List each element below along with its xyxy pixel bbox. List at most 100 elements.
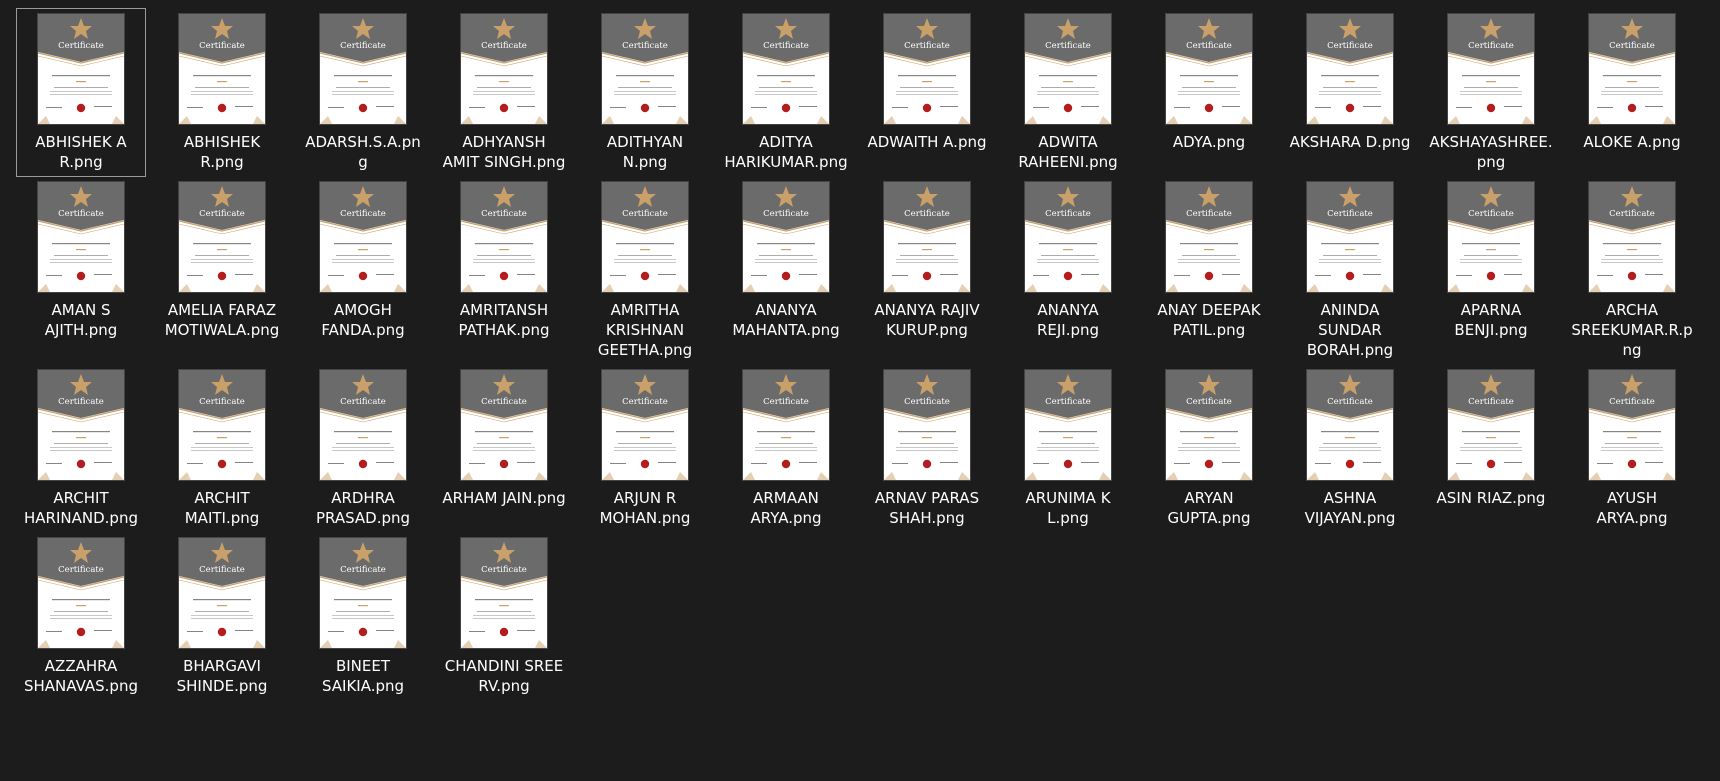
file-item[interactable]: Certificate ARCHA SREEKUMAR.R.png: [1567, 176, 1697, 365]
certificate-image-icon: Certificate: [461, 14, 547, 124]
file-name-label: AKSHARA D.png: [1289, 133, 1411, 151]
file-item[interactable]: Certificate AYUSH ARYA.png: [1567, 364, 1697, 533]
file-item[interactable]: Certificate AKSHAYASHREE.png: [1426, 8, 1556, 177]
file-name-label: ARUNIMA K L.png: [1025, 489, 1111, 527]
file-item[interactable]: Certificate ADHYANSH AMIT SINGH.png: [439, 8, 569, 177]
file-explorer-view: Certificate ABHISHEK A R.png Certificate AB…: [0, 0, 1720, 781]
svg-text:Certificate: Certificate: [1468, 209, 1514, 219]
file-item[interactable]: Certificate ARCHIT HARINAND.png: [16, 364, 146, 533]
certificate-image-icon: Certificate: [602, 182, 688, 292]
file-item[interactable]: Certificate AMRITHA KRISHNAN GEETHA.png: [580, 176, 710, 365]
file-item[interactable]: Certificate ASIN RIAZ.png: [1426, 364, 1556, 513]
certificate-image-icon: Certificate: [1589, 14, 1675, 124]
file-name-label: ABHISHEK R.png: [183, 133, 261, 171]
file-name-label: ASHNA VIJAYAN.png: [1304, 489, 1396, 527]
file-item[interactable]: Certificate AMRITANSH PATHAK.png: [439, 176, 569, 345]
file-item[interactable]: Certificate BINEET SAIKIA.png: [298, 532, 428, 701]
file-item[interactable]: Certificate AMOGH FANDA.png: [298, 176, 428, 345]
certificate-image-icon: Certificate: [743, 370, 829, 480]
file-name-label: ABHISHEK A R.png: [35, 133, 127, 171]
svg-text:Certificate: Certificate: [622, 397, 668, 407]
file-item[interactable]: Certificate ARMAAN ARYA.png: [721, 364, 851, 533]
file-item[interactable]: Certificate ADITHYAN N.png: [580, 8, 710, 177]
certificate-image-icon: Certificate: [179, 14, 265, 124]
certificate-image-icon: Certificate: [1166, 370, 1252, 480]
file-item[interactable]: Certificate ARCHIT MAITI.png: [157, 364, 287, 533]
certificate-image-icon: Certificate: [461, 538, 547, 648]
file-item[interactable]: Certificate CHANDINI SREE RV.png: [439, 532, 569, 701]
certificate-image-icon: Certificate: [1448, 182, 1534, 292]
file-item[interactable]: Certificate APARNA BENJI.png: [1426, 176, 1556, 345]
file-item[interactable]: Certificate ASHNA VIJAYAN.png: [1285, 364, 1415, 533]
file-name-label: ARYAN GUPTA.png: [1167, 489, 1251, 527]
file-item[interactable]: Certificate AMELIA FARAZ MOTIWALA.png: [157, 176, 287, 345]
certificate-image-icon: Certificate: [179, 370, 265, 480]
svg-text:Certificate: Certificate: [481, 397, 527, 407]
certificate-image-icon: Certificate: [1166, 14, 1252, 124]
file-item[interactable]: Certificate ARHAM JAIN.png: [439, 364, 569, 513]
svg-text:Certificate: Certificate: [1186, 209, 1232, 219]
file-name-label: ARHAM JAIN.png: [442, 489, 566, 507]
svg-text:Certificate: Certificate: [1327, 209, 1373, 219]
svg-text:Certificate: Certificate: [1045, 209, 1091, 219]
certificate-image-icon: Certificate: [743, 182, 829, 292]
certificate-image-icon: Certificate: [1307, 182, 1393, 292]
file-item[interactable]: Certificate ADITYA HARIKUMAR.png: [721, 8, 851, 177]
certificate-image-icon: Certificate: [743, 14, 829, 124]
svg-text:Certificate: Certificate: [481, 565, 527, 575]
certificate-image-icon: Certificate: [884, 370, 970, 480]
file-item[interactable]: Certificate ADYA.png: [1144, 8, 1274, 157]
file-item[interactable]: Certificate ARJUN R MOHAN.png: [580, 364, 710, 533]
svg-text:Certificate: Certificate: [199, 397, 245, 407]
certificate-image-icon: Certificate: [1166, 182, 1252, 292]
certificate-image-icon: Certificate: [320, 182, 406, 292]
file-name-label: AMELIA FARAZ MOTIWALA.png: [164, 301, 280, 339]
file-item[interactable]: Certificate AMAN S AJITH.png: [16, 176, 146, 345]
certificate-image-icon: Certificate: [461, 182, 547, 292]
file-item[interactable]: Certificate AZZAHRA SHANAVAS.png: [16, 532, 146, 701]
certificate-image-icon: Certificate: [1448, 14, 1534, 124]
file-item[interactable]: Certificate ARDHRA PRASAD.png: [298, 364, 428, 533]
svg-text:Certificate: Certificate: [622, 209, 668, 219]
file-item[interactable]: Certificate ANANYA RAJIV KURUP.png: [862, 176, 992, 345]
svg-text:Certificate: Certificate: [904, 209, 950, 219]
svg-text:Certificate: Certificate: [58, 397, 104, 407]
file-item[interactable]: Certificate ANANYA REJI.png: [1003, 176, 1133, 345]
file-item[interactable]: Certificate ADWITA RAHEENI.png: [1003, 8, 1133, 177]
file-name-label: APARNA BENJI.png: [1454, 301, 1528, 339]
file-item[interactable]: Certificate ANAY DEEPAK PATIL.png: [1144, 176, 1274, 345]
svg-text:Certificate: Certificate: [1609, 397, 1655, 407]
file-item[interactable]: Certificate ANINDA SUNDAR BORAH.png: [1285, 176, 1415, 365]
svg-text:Certificate: Certificate: [1468, 41, 1514, 51]
certificate-image-icon: Certificate: [884, 14, 970, 124]
file-item[interactable]: Certificate ABHISHEK R.png: [157, 8, 287, 177]
svg-text:Certificate: Certificate: [1468, 397, 1514, 407]
svg-text:Certificate: Certificate: [904, 41, 950, 51]
file-item[interactable]: Certificate ALOKE A.png: [1567, 8, 1697, 157]
file-name-label: AZZAHRA SHANAVAS.png: [24, 657, 138, 695]
file-item[interactable]: Certificate BHARGAVI SHINDE.png: [157, 532, 287, 701]
file-item[interactable]: Certificate AKSHARA D.png: [1285, 8, 1415, 157]
file-name-label: ARDHRA PRASAD.png: [315, 489, 411, 527]
certificate-image-icon: Certificate: [320, 538, 406, 648]
file-item[interactable]: Certificate ARYAN GUPTA.png: [1144, 364, 1274, 533]
certificate-image-icon: Certificate: [1025, 14, 1111, 124]
file-name-label: CHANDINI SREE RV.png: [444, 657, 564, 695]
svg-text:Certificate: Certificate: [199, 565, 245, 575]
certificate-image-icon: Certificate: [884, 182, 970, 292]
file-item[interactable]: Certificate ADARSH.S.A.png: [298, 8, 428, 177]
file-item[interactable]: Certificate ANANYA MAHANTA.png: [721, 176, 851, 345]
file-item[interactable]: Certificate ARNAV PARAS SHAH.png: [862, 364, 992, 533]
file-item[interactable]: Certificate ADWAITH A.png: [862, 8, 992, 157]
file-name-label: ANANYA RAJIV KURUP.png: [874, 301, 980, 339]
file-name-label: ARMAAN ARYA.png: [750, 489, 822, 527]
file-item[interactable]: Certificate ABHISHEK A R.png: [16, 8, 146, 177]
file-name-label: ADITYA HARIKUMAR.png: [724, 133, 848, 171]
svg-text:Certificate: Certificate: [1609, 209, 1655, 219]
file-name-label: AMRITHA KRISHNAN GEETHA.png: [597, 301, 693, 359]
svg-text:Certificate: Certificate: [622, 41, 668, 51]
certificate-image-icon: Certificate: [1589, 182, 1675, 292]
svg-text:Certificate: Certificate: [340, 397, 386, 407]
file-item[interactable]: Certificate ARUNIMA K L.png: [1003, 364, 1133, 533]
svg-text:Certificate: Certificate: [58, 209, 104, 219]
